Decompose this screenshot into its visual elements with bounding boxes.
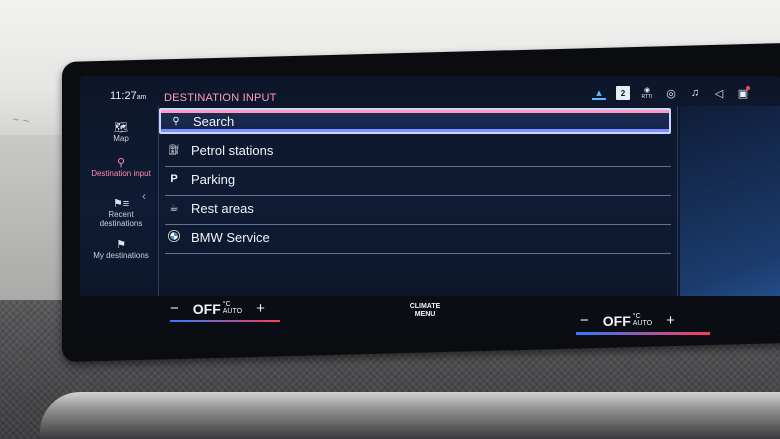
status-icons: ▴ 2 ◉ RTTI ◎ ♫ ◁ ▣	[592, 86, 750, 100]
list-item-label: Petrol stations	[191, 142, 274, 158]
parking-icon: P	[170, 173, 178, 185]
divider	[165, 253, 671, 254]
nav-item-label: Map	[113, 134, 129, 143]
unit-celsius: °C	[632, 312, 641, 320]
nav-item-map[interactable]: 🗺︎ Map	[90, 122, 152, 144]
unit-celsius: °C	[222, 300, 231, 308]
climate-left-controls: − OFF °C AUTO +	[170, 300, 265, 317]
connectivity-icon[interactable]: ◎	[664, 86, 678, 100]
rtti-icon[interactable]: ◉ RTTI	[640, 86, 654, 100]
clock: 11:27am	[110, 90, 146, 102]
temp-gradient-bar-right	[576, 332, 710, 335]
search-icon: ⚲	[116, 157, 126, 169]
climate-menu-button[interactable]: CLIMATE MENU	[405, 303, 445, 319]
temp-decrease-left-button[interactable]: −	[170, 300, 179, 317]
infotainment-screen: 11:27am DESTINATION INPUT ▴ 2 ◉ RTTI ◎ ♫ …	[80, 76, 780, 338]
list-item-label: Parking	[191, 171, 236, 187]
nav-item-destination-input[interactable]: ⚲ Destination input	[90, 157, 152, 179]
list-item-bmw-service[interactable]: BMW Service	[159, 224, 671, 250]
temp-decrease-right-button[interactable]: −	[580, 312, 589, 329]
temp-increase-right-button[interactable]: +	[666, 312, 675, 329]
fuel-pump-icon: ⛽︎	[167, 144, 181, 156]
rtti-label: RTTI	[641, 94, 653, 100]
list-item-label: Rest areas	[191, 200, 254, 216]
nav-item-recent-destinations[interactable]: ⚑≡ Recent destinations	[90, 199, 152, 229]
coffee-cup-icon: ☕︎	[169, 202, 179, 214]
nav-item-label: Destination input	[91, 169, 151, 178]
search-icon: ⚲	[172, 115, 180, 127]
unit-auto: AUTO	[222, 307, 243, 315]
destination-list: ⚲ Search ⛽︎ Petrol stations P Parking ☕︎…	[158, 106, 678, 296]
num-2-badge[interactable]: 2	[616, 86, 630, 100]
list-item-search[interactable]: ⚲ Search	[159, 108, 671, 134]
page-title: DESTINATION INPUT	[164, 92, 277, 104]
notification-dot	[746, 86, 750, 90]
clock-ampm: am	[136, 94, 147, 101]
clock-time: 11:27	[110, 90, 137, 102]
nav-item-label: Recent destinations	[99, 210, 143, 228]
chevron-up-icon[interactable]: ▴	[592, 86, 606, 100]
flag-icon: ⚑	[116, 239, 126, 251]
list-item-rest-areas[interactable]: ☕︎ Rest areas	[159, 195, 671, 221]
speaker-icon[interactable]: ◁	[712, 86, 726, 100]
climate-bar: − OFF °C AUTO + CLIMATE MENU − OFF °C AU…	[80, 296, 780, 338]
list-item-label: Search	[193, 113, 235, 129]
message-icon[interactable]: ▣	[736, 86, 750, 100]
chevron-left-icon[interactable]: ‹	[142, 189, 146, 203]
climate-right-state: OFF	[602, 312, 631, 329]
temp-gradient-bar-left	[170, 320, 280, 322]
dashboard-chrome-trim	[40, 392, 780, 439]
climate-right-status[interactable]: OFF °C AUTO	[603, 313, 652, 329]
temp-increase-left-button[interactable]: +	[256, 300, 265, 317]
list-item-parking[interactable]: P Parking	[159, 166, 671, 192]
climate-menu-line-1: CLIMATE	[409, 303, 441, 310]
music-icon[interactable]: ♫	[688, 86, 702, 100]
climate-left-status[interactable]: OFF °C AUTO	[193, 301, 242, 317]
climate-left-unit: °C AUTO	[223, 301, 242, 315]
climate-right-controls: − OFF °C AUTO +	[580, 312, 675, 329]
list-item-label: BMW Service	[191, 229, 270, 245]
map-icon: 🗺︎	[114, 122, 128, 134]
unit-auto: AUTO	[632, 319, 653, 327]
bmw-logo-icon	[163, 229, 185, 245]
climate-right-unit: °C AUTO	[633, 313, 652, 327]
nav-item-my-destinations[interactable]: ⚑ My destinations	[90, 239, 152, 261]
list-item-petrol-stations[interactable]: ⛽︎ Petrol stations	[159, 137, 671, 163]
climate-left-state: OFF	[192, 300, 221, 317]
climate-menu-line-2: MENU	[414, 311, 436, 318]
nav-item-label: My destinations	[93, 251, 149, 260]
